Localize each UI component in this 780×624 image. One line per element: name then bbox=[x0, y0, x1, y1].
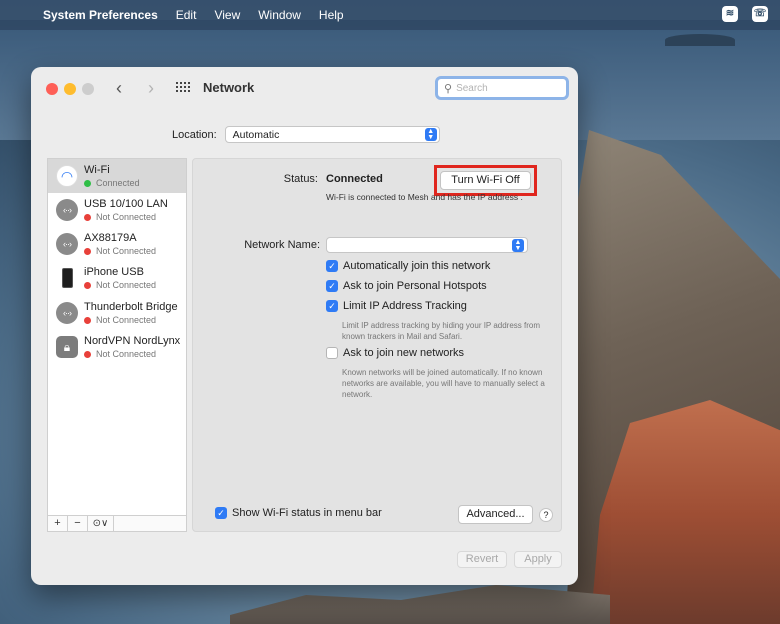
status-value: Connected bbox=[326, 173, 383, 185]
service-item-ax88179a[interactable]: ‹··› AX88179A Not Connected bbox=[48, 227, 186, 261]
service-name: Wi-Fi bbox=[84, 164, 110, 176]
network-name-select[interactable]: ▲ ▼ bbox=[326, 237, 528, 253]
status-dot-icon bbox=[84, 350, 91, 358]
menu-help[interactable]: Help bbox=[319, 8, 344, 22]
menu-app-name[interactable]: System Preferences bbox=[43, 8, 158, 22]
status-dot-icon bbox=[84, 213, 91, 221]
ethernet-icon: ‹··› bbox=[56, 199, 78, 221]
checkbox-empty-icon bbox=[326, 347, 338, 359]
limit-ip-tracking-label: Limit IP Address Tracking bbox=[343, 300, 467, 312]
checkmark-icon: ✓ bbox=[326, 300, 338, 312]
show-all-grid-icon[interactable] bbox=[176, 82, 190, 94]
show-wifi-status-label: Show Wi-Fi status in menu bar bbox=[232, 507, 382, 519]
service-status: Not Connected bbox=[84, 280, 156, 290]
ethernet-icon: ‹··› bbox=[56, 302, 78, 324]
tray-app-icon[interactable]: ≋ bbox=[722, 6, 738, 22]
auto-join-checkbox[interactable]: ✓ Automatically join this network bbox=[326, 260, 490, 272]
status-dot-icon bbox=[84, 179, 91, 187]
service-status: Connected bbox=[84, 178, 140, 188]
menu-bar-tray: ≋ ☏ bbox=[722, 6, 768, 22]
select-stepper-icon: ▲ ▼ bbox=[424, 128, 437, 141]
service-status: Not Connected bbox=[84, 212, 156, 222]
status-dot-icon bbox=[84, 316, 91, 324]
service-name: USB 10/100 LAN bbox=[84, 198, 168, 210]
lock-icon: 🔒︎ bbox=[56, 336, 78, 358]
service-list-controls: + − ⊙∨ bbox=[48, 515, 186, 531]
service-status: Not Connected bbox=[84, 246, 156, 256]
limit-ip-tracking-checkbox[interactable]: ✓ Limit IP Address Tracking bbox=[326, 300, 467, 312]
service-name: AX88179A bbox=[84, 232, 137, 244]
personal-hotspots-checkbox[interactable]: ✓ Ask to join Personal Hotspots bbox=[326, 280, 487, 292]
service-list: ◠ Wi-Fi Connected ‹··› USB 10/100 LAN No… bbox=[47, 158, 187, 532]
ethernet-icon: ‹··› bbox=[56, 233, 78, 255]
show-wifi-status-checkbox[interactable]: ✓ Show Wi-Fi status in menu bar bbox=[215, 507, 382, 519]
close-window-button[interactable] bbox=[46, 83, 58, 95]
menu-bar: System Preferences Edit View Window Help… bbox=[0, 0, 780, 30]
location-select[interactable]: Automatic ▲ ▼ bbox=[224, 126, 440, 143]
service-item-iphone-usb[interactable]: iPhone USB Not Connected bbox=[48, 261, 186, 295]
select-stepper-icon: ▲ ▼ bbox=[512, 239, 524, 252]
action-menu-button[interactable]: ⊙∨ bbox=[88, 516, 114, 531]
back-chevron-icon[interactable]: ‹ bbox=[112, 78, 126, 98]
menu-view[interactable]: View bbox=[214, 8, 240, 22]
search-icon: ⚲ bbox=[444, 82, 453, 95]
wifi-icon: ◠ bbox=[56, 165, 78, 187]
limit-ip-note: Limit IP address tracking by hiding your… bbox=[342, 321, 541, 341]
menu-edit[interactable]: Edit bbox=[176, 8, 197, 22]
iphone-icon bbox=[56, 267, 78, 289]
status-label: Status: bbox=[283, 173, 318, 185]
turn-wifi-off-button[interactable]: Turn Wi-Fi Off bbox=[440, 171, 531, 190]
service-item-usb-lan[interactable]: ‹··› USB 10/100 LAN Not Connected bbox=[48, 193, 186, 227]
checkmark-icon: ✓ bbox=[326, 260, 338, 272]
minimize-window-button[interactable] bbox=[64, 83, 76, 95]
auto-join-label: Automatically join this network bbox=[343, 260, 491, 272]
service-name: Thunderbolt Bridge bbox=[84, 301, 178, 313]
ask-join-networks-label: Ask to join new networks bbox=[343, 347, 465, 359]
remove-service-button[interactable]: − bbox=[68, 516, 88, 531]
search-input[interactable] bbox=[456, 82, 547, 94]
service-status: Not Connected bbox=[84, 315, 156, 325]
status-description: Wi-Fi is connected to Mesh and has the I… bbox=[326, 192, 523, 202]
search-field[interactable]: ⚲ bbox=[435, 76, 569, 100]
service-name: iPhone USB bbox=[84, 266, 144, 278]
window-title: Network bbox=[203, 80, 255, 95]
service-status: Not Connected bbox=[84, 349, 156, 359]
service-item-nordvpn[interactable]: 🔒︎ NordVPN NordLynx Not Connected bbox=[48, 330, 186, 364]
checkmark-icon: ✓ bbox=[326, 280, 338, 292]
location-label: Location: bbox=[172, 128, 217, 141]
title-bar: ‹ › Network ⚲ bbox=[31, 67, 578, 109]
ask-join-networks-checkbox[interactable]: Ask to join new networks bbox=[326, 347, 464, 359]
network-preferences-window: ‹ › Network ⚲ Location: Automatic ▲▼ ◠ W… bbox=[31, 67, 578, 585]
advanced-button[interactable]: Advanced... bbox=[458, 505, 533, 524]
checkmark-icon: ✓ bbox=[215, 507, 227, 519]
status-dot-icon bbox=[84, 247, 91, 255]
zoom-window-button[interactable] bbox=[82, 83, 94, 95]
service-item-wifi[interactable]: ◠ Wi-Fi Connected bbox=[48, 159, 186, 193]
help-button[interactable]: ? bbox=[539, 508, 553, 522]
location-value: Automatic bbox=[232, 128, 280, 141]
network-name-label: Network Name: bbox=[244, 239, 320, 251]
tray-viber-icon[interactable]: ☏ bbox=[752, 6, 768, 22]
revert-button[interactable]: Revert bbox=[457, 551, 507, 568]
status-dot-icon bbox=[84, 281, 91, 289]
location-row: Location: Automatic ▲ ▼ bbox=[172, 126, 440, 143]
apply-button[interactable]: Apply bbox=[514, 551, 562, 568]
forward-chevron-icon[interactable]: › bbox=[144, 78, 158, 98]
wifi-detail-panel: Status: Connected Turn Wi-Fi Off Wi-Fi i… bbox=[192, 158, 562, 532]
service-item-thunderbolt-bridge[interactable]: ‹··› Thunderbolt Bridge Not Connected bbox=[48, 296, 186, 330]
menu-window[interactable]: Window bbox=[258, 8, 301, 22]
service-name: NordVPN NordLynx bbox=[84, 335, 181, 347]
add-service-button[interactable]: + bbox=[48, 516, 68, 531]
ask-join-note: Known networks will be joined automatica… bbox=[342, 368, 545, 399]
personal-hotspots-label: Ask to join Personal Hotspots bbox=[343, 280, 487, 292]
